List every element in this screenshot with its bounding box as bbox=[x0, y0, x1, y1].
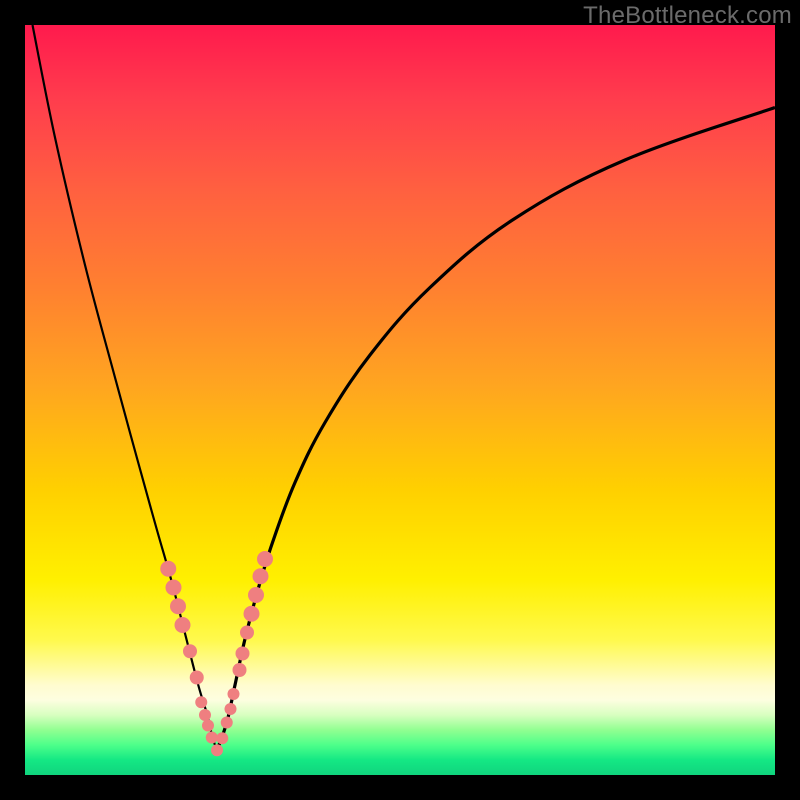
curve-left-branch bbox=[33, 25, 218, 750]
marker-point bbox=[236, 647, 250, 661]
marker-point bbox=[202, 720, 214, 732]
marker-point bbox=[228, 688, 240, 700]
marker-point bbox=[170, 598, 186, 614]
curve-right-branch bbox=[217, 108, 775, 751]
marker-point bbox=[206, 732, 218, 744]
marker-point bbox=[190, 671, 204, 685]
marker-point bbox=[244, 606, 260, 622]
marker-point bbox=[225, 703, 237, 715]
marker-point bbox=[183, 644, 197, 658]
marker-point bbox=[195, 696, 207, 708]
marker-point bbox=[257, 551, 273, 567]
marker-point bbox=[175, 617, 191, 633]
marker-point bbox=[248, 587, 264, 603]
marker-point bbox=[221, 717, 233, 729]
chart-svg bbox=[25, 25, 775, 775]
chart-area bbox=[25, 25, 775, 775]
marker-point bbox=[253, 568, 269, 584]
marker-point bbox=[199, 709, 211, 721]
marker-point bbox=[233, 663, 247, 677]
marker-group bbox=[160, 551, 273, 756]
marker-point bbox=[160, 561, 176, 577]
marker-point bbox=[211, 744, 223, 756]
marker-point bbox=[240, 626, 254, 640]
marker-point bbox=[216, 732, 228, 744]
watermark-text: TheBottleneck.com bbox=[583, 2, 792, 30]
marker-point bbox=[166, 580, 182, 596]
